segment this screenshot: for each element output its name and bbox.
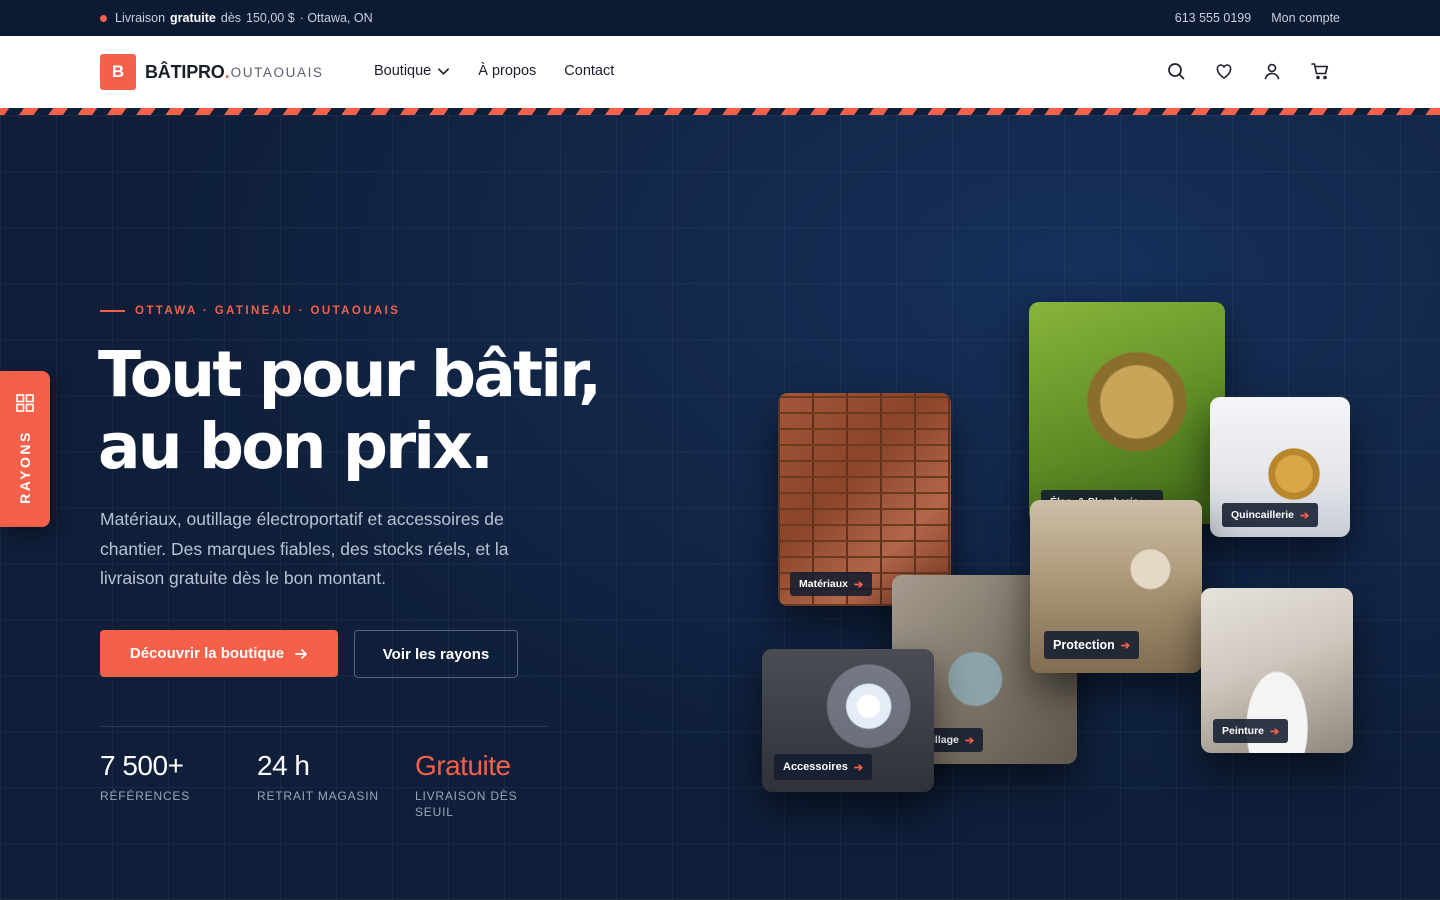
status-dot — [100, 14, 107, 22]
top-bar-links: 613 555 0199 Mon compte — [1175, 11, 1340, 25]
discover-shop-label: Découvrir la boutique — [129, 645, 285, 662]
main-nav: Boutique À propos Contact — [374, 63, 614, 79]
category-tile-accessoires[interactable]: Accessoires ➔ — [762, 649, 934, 792]
side-tab-label: RAYONS — [17, 430, 33, 504]
store-location: · Ottawa, ON — [299, 11, 373, 25]
nav-a-propos[interactable]: À propos — [478, 63, 536, 79]
arrow-right-icon — [295, 648, 307, 659]
site-header: B BÂTIPRO. OUTAOUAIS Boutique À propos Co… — [0, 36, 1440, 108]
headline-line-1: Tout pour bâtir, — [98, 338, 602, 411]
hazard-stripe-divider — [0, 108, 1440, 115]
header-actions — [1166, 61, 1330, 81]
hero-lead: Matériaux, outillage électroportatif et … — [100, 509, 509, 588]
user-icon[interactable] — [1262, 61, 1282, 81]
arrow-right-icon: ➔ — [1120, 639, 1131, 652]
hero-section: OTTAWA · GATINEAU · OUTAOUAIS Tout pour … — [0, 115, 1440, 900]
stat-label: LIVRAISON DÈS SEUIL — [415, 789, 518, 819]
headline-line-2: au bon prix. — [98, 410, 494, 483]
stat-delivery: Gratuite LIVRAISON DÈS SEUIL — [415, 750, 545, 820]
category-tag-label: Accessoires — [783, 761, 848, 773]
category-tag-label: Matériaux — [799, 578, 849, 590]
logo[interactable]: B BÂTIPRO. OUTAOUAIS — [100, 54, 324, 90]
cart-icon[interactable] — [1310, 61, 1330, 81]
departments-side-tab[interactable]: RAYONS — [0, 371, 50, 527]
arrow-right-icon: ➔ — [854, 578, 864, 591]
account-link[interactable]: Mon compte — [1271, 11, 1340, 25]
category-tag: Quincaillerie ➔ — [1222, 503, 1319, 527]
view-departments-button[interactable]: Voir les rayons — [354, 630, 518, 678]
stats-divider — [100, 726, 548, 727]
delivery-threshold-prefix: dès — [220, 11, 242, 25]
heart-icon[interactable] — [1214, 61, 1234, 81]
nav-contact-label: Contact — [564, 63, 615, 79]
stat-value: 24 h — [257, 750, 310, 781]
search-icon[interactable] — [1166, 61, 1186, 81]
delivery-emphasis: gratuite — [170, 11, 216, 25]
arrow-right-icon: ➔ — [853, 761, 864, 774]
category-tag-label: Quincaillerie — [1231, 509, 1295, 521]
category-tag: Matériaux ➔ — [790, 572, 873, 596]
nav-contact[interactable]: Contact — [564, 63, 614, 79]
category-tile-plomberie[interactable]: Élec. & Plomberie➔ — [1029, 302, 1225, 524]
stat-value: Gratuite — [415, 750, 511, 781]
eyebrow-text: OTTAWA · GATINEAU · OUTAOUAIS — [135, 305, 401, 317]
category-tag-label: Protection — [1053, 638, 1115, 652]
category-tile-protection[interactable]: Protection ➔ — [1030, 500, 1202, 673]
top-bar: Livraison gratuite dès 150,00 $ · Ottawa… — [0, 0, 1440, 36]
category-tile-quincaillerie[interactable]: Quincaillerie ➔ — [1210, 397, 1350, 537]
nav-a-propos-label: À propos — [478, 63, 537, 79]
grid-icon — [16, 394, 34, 412]
discover-shop-button[interactable]: Découvrir la boutique — [100, 630, 338, 677]
nav-boutique[interactable]: Boutique — [374, 63, 450, 79]
eyebrow-line — [100, 310, 125, 312]
nav-boutique-label: Boutique — [374, 63, 432, 79]
category-tag: Protection ➔ — [1044, 631, 1140, 659]
stat-label: RETRAIT MAGASIN — [257, 789, 379, 803]
delivery-prefix: Livraison — [115, 11, 166, 25]
phone-link[interactable]: 613 555 0199 — [1175, 11, 1251, 25]
category-tag-label: illage — [932, 734, 959, 746]
delivery-notice: Livraison gratuite dès 150,00 $ · Ottawa… — [100, 11, 373, 25]
category-tag: Peinture ➔ — [1213, 719, 1289, 743]
stat-value: 7 500+ — [100, 750, 184, 781]
stat-label: RÉFÉRENCES — [100, 789, 191, 803]
logo-name: BÂTIPRO — [145, 61, 225, 82]
category-tag: Accessoires ➔ — [774, 754, 873, 780]
category-tag-label: Peinture — [1222, 725, 1265, 737]
stat-references: 7 500+ RÉFÉRENCES — [100, 750, 190, 804]
stat-pickup: 24 h RETRAIT MAGASIN — [257, 750, 379, 804]
hero-eyebrow: OTTAWA · GATINEAU · OUTAOUAIS — [100, 305, 400, 317]
delivery-amount: 150,00 $ — [246, 11, 295, 25]
arrow-right-icon: ➔ — [1300, 509, 1310, 522]
logo-badge: B — [100, 54, 136, 90]
arrow-right-icon: ➔ — [1270, 725, 1280, 738]
category-tile-peinture[interactable]: Peinture ➔ — [1201, 588, 1353, 753]
arrow-right-icon: ➔ — [964, 734, 975, 747]
hero-headline: Tout pour bâtir, au bon prix. — [98, 339, 698, 483]
logo-subtitle: OUTAOUAIS — [230, 64, 324, 80]
chevron-down-icon — [438, 67, 450, 75]
logo-dot: . — [224, 61, 230, 82]
